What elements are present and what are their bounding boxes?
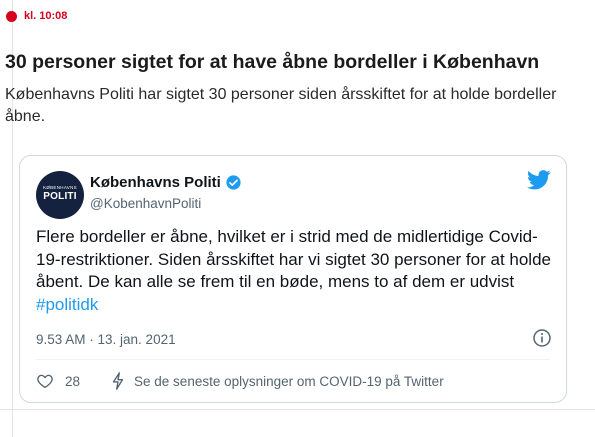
entry-time: kl. 10:08 bbox=[24, 10, 68, 22]
tweet-divider bbox=[36, 359, 550, 360]
tweet-author: Københavns Politi bbox=[90, 174, 242, 191]
entry-lead: Københavns Politi har sigtet 30 personer… bbox=[5, 86, 557, 125]
avatar-small-text: KØBENHAVNS bbox=[43, 185, 77, 190]
tweet-actions: 28 Se de seneste oplysninger om COVID-19… bbox=[36, 372, 444, 390]
avatar-big-text: POLITI bbox=[43, 191, 77, 202]
tweet-timestamp[interactable]: 9.53 AM · 13. jan. 2021 bbox=[36, 332, 176, 347]
author-handle[interactable]: @KobenhavnPoliti bbox=[90, 196, 201, 211]
live-dot-icon bbox=[6, 10, 17, 22]
hashtag-link[interactable]: #politidk bbox=[36, 295, 98, 314]
entry-headline: 30 personer sigtet for at have åbne bord… bbox=[5, 51, 540, 73]
tweet-text: Flere bordeller er åbne, hvilket er i st… bbox=[36, 226, 556, 316]
heart-icon[interactable] bbox=[36, 372, 54, 390]
timeline-timestamp: kl. 10:08 bbox=[6, 10, 67, 22]
avatar[interactable]: KØBENHAVNS POLITI bbox=[36, 171, 84, 219]
tweet-body: Flere bordeller er åbne, hvilket er i st… bbox=[36, 227, 551, 291]
like-count[interactable]: 28 bbox=[65, 374, 80, 389]
covid-info-link[interactable]: Se de seneste oplysninger om COVID-19 på… bbox=[134, 374, 444, 389]
author-name[interactable]: Københavns Politi bbox=[90, 174, 221, 191]
twitter-bird-icon[interactable] bbox=[527, 170, 551, 195]
verified-badge-icon bbox=[225, 174, 242, 191]
embedded-tweet[interactable]: KØBENHAVNS POLITI Københavns Politi @Kob… bbox=[19, 155, 567, 403]
info-icon[interactable] bbox=[532, 328, 552, 353]
entry-divider bbox=[0, 409, 595, 410]
lightning-bolt-icon[interactable] bbox=[110, 372, 126, 390]
